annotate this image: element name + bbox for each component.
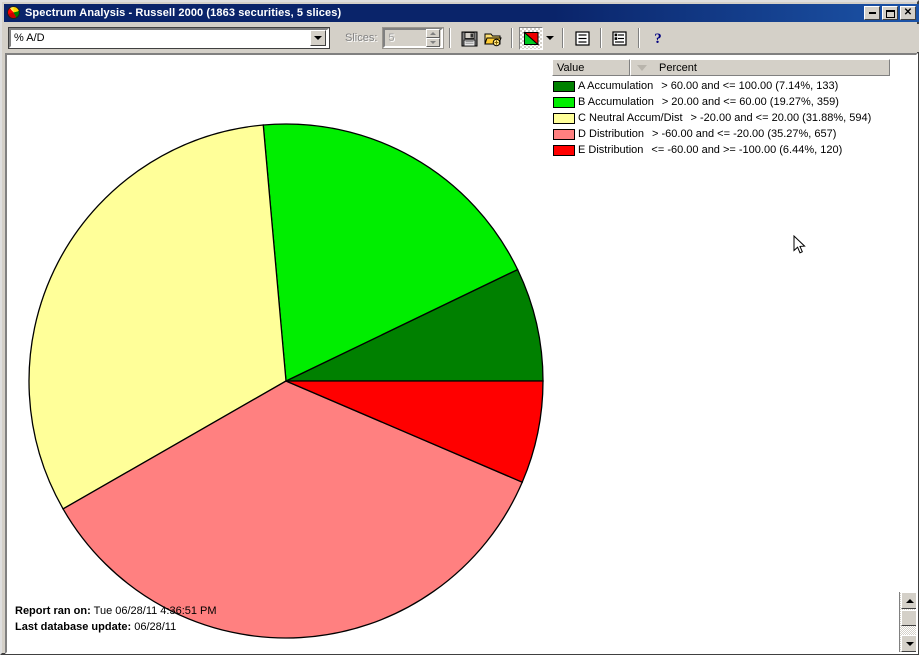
report-button[interactable] [608, 27, 632, 50]
legend-item[interactable]: A Accumulation > 60.00 and <= 100.00 (7.… [552, 78, 890, 94]
legend-item[interactable]: C Neutral Accum/Dist > -20.00 and <= 20.… [552, 110, 890, 126]
slices-increment-button[interactable] [426, 29, 441, 38]
toolbar-separator [449, 28, 452, 48]
legend-swatch-b [553, 96, 575, 108]
slices-spin-buttons[interactable] [426, 29, 441, 47]
legend-swatch-d [553, 128, 575, 140]
legend-swatch-e [553, 144, 575, 156]
open-folder-icon [484, 33, 503, 46]
scrollbar-thumb[interactable] [901, 610, 916, 626]
legend-range-e: <= -60.00 and >= -100.00 (6.44%, 120) [651, 144, 843, 156]
legend-swatch-c [553, 112, 575, 124]
question-mark-icon: ? [655, 31, 663, 46]
open-button[interactable] [481, 27, 505, 50]
scroll-down-button[interactable] [901, 635, 916, 652]
legend-item[interactable]: D Distribution > -60.00 and <= -20.00 (3… [552, 126, 890, 142]
triangle-down-icon [905, 641, 914, 646]
chart-type-dropdown[interactable] [543, 27, 556, 50]
sort-descending-icon [637, 64, 647, 71]
legend-label-c: C Neutral Accum/Dist [578, 112, 683, 124]
legend-label-e: E Distribution [578, 144, 644, 156]
slices-decrement-button[interactable] [426, 38, 441, 47]
slices-label: Slices: [345, 32, 378, 44]
legend-range-a: > 60.00 and <= 100.00 (7.14%, 133) [661, 80, 839, 92]
list-view-button[interactable] [570, 27, 594, 50]
minimize-button[interactable] [864, 6, 880, 20]
legend-range-b: > 20.00 and <= 60.00 (19.27%, 359) [661, 96, 839, 108]
legend-range-d: > -60.00 and <= -20.00 (35.27%, 657) [652, 128, 837, 140]
pie-slices [28, 123, 544, 639]
report-info: Report ran on: Tue 06/28/11 4:36:51 PM L… [15, 603, 217, 635]
legend-rows: A Accumulation > 60.00 and <= 100.00 (7.… [552, 78, 890, 158]
chart-type-button[interactable] [519, 26, 544, 50]
toolbar-separator [638, 28, 641, 48]
toolbar: % A/D Slices: 5 ? [4, 24, 919, 52]
legend-column-percent-label: Percent [659, 61, 697, 74]
legend-item[interactable]: E Distribution <= -60.00 and >= -100.00 … [552, 142, 890, 158]
report-ran-on-line: Report ran on: Tue 06/28/11 4:36:51 PM [15, 603, 217, 619]
list-icon [575, 30, 590, 46]
toolbar-separator [562, 28, 565, 48]
vertical-scrollbar[interactable] [899, 592, 916, 652]
svg-text:?: ? [655, 31, 663, 46]
pie-chart-svg [28, 123, 544, 639]
legend-column-percent[interactable]: Percent [630, 59, 890, 76]
report-ran-on-value: Tue 06/28/11 4:36:51 PM [93, 605, 217, 617]
scroll-up-button[interactable] [901, 592, 916, 609]
pie-chart-icon [523, 30, 540, 46]
legend-label-d: D Distribution [578, 128, 645, 140]
report-ran-on-label: Report ran on: [15, 605, 91, 617]
toolbar-separator [511, 28, 514, 48]
legend-column-value-label: Value [557, 61, 585, 74]
maximize-button[interactable] [882, 6, 898, 20]
report-db-update-label: Last database update: [15, 621, 132, 633]
report-db-update-value: 06/28/11 [134, 621, 177, 633]
report-db-update-line: Last database update: 06/28/11 [15, 619, 217, 635]
legend-range-c: > -20.00 and <= 20.00 (31.88%, 594) [690, 112, 872, 124]
chart-client-area: Value Percent A Accumulation > 60.00 and… [5, 53, 918, 654]
pie-chart-icon [6, 5, 22, 21]
window-title: Spectrum Analysis - Russell 2000 (1863 s… [25, 7, 342, 19]
triangle-up-icon [905, 598, 914, 603]
legend-panel: Value Percent A Accumulation > 60.00 and… [552, 59, 890, 158]
legend-header: Value Percent [552, 59, 890, 76]
legend-item[interactable]: B Accumulation > 20.00 and <= 60.00 (19.… [552, 94, 890, 110]
legend-column-value[interactable]: Value [552, 59, 630, 76]
legend-label-a: A Accumulation [578, 80, 654, 92]
chevron-down-icon[interactable] [310, 30, 326, 46]
save-button[interactable] [457, 27, 481, 50]
legend-label-b: B Accumulation [578, 96, 654, 108]
floppy-disk-icon [461, 31, 478, 46]
chart-canvas: Value Percent A Accumulation > 60.00 and… [7, 55, 916, 652]
title-bar: Spectrum Analysis - Russell 2000 (1863 s… [4, 4, 919, 22]
field-select-value: % A/D [14, 32, 45, 44]
field-select-combobox[interactable]: % A/D [8, 27, 330, 49]
pie-chart [27, 122, 545, 640]
slices-value: 5 [388, 32, 395, 44]
help-button[interactable]: ? [646, 27, 670, 50]
close-button[interactable]: ✕ [900, 6, 916, 20]
toolbar-separator [600, 28, 603, 48]
slices-stepper[interactable]: 5 [382, 27, 445, 49]
window-controls: ✕ [864, 6, 917, 20]
report-icon [612, 30, 628, 46]
legend-swatch-a [553, 80, 575, 92]
application-window: Spectrum Analysis - Russell 2000 (1863 s… [0, 0, 919, 655]
